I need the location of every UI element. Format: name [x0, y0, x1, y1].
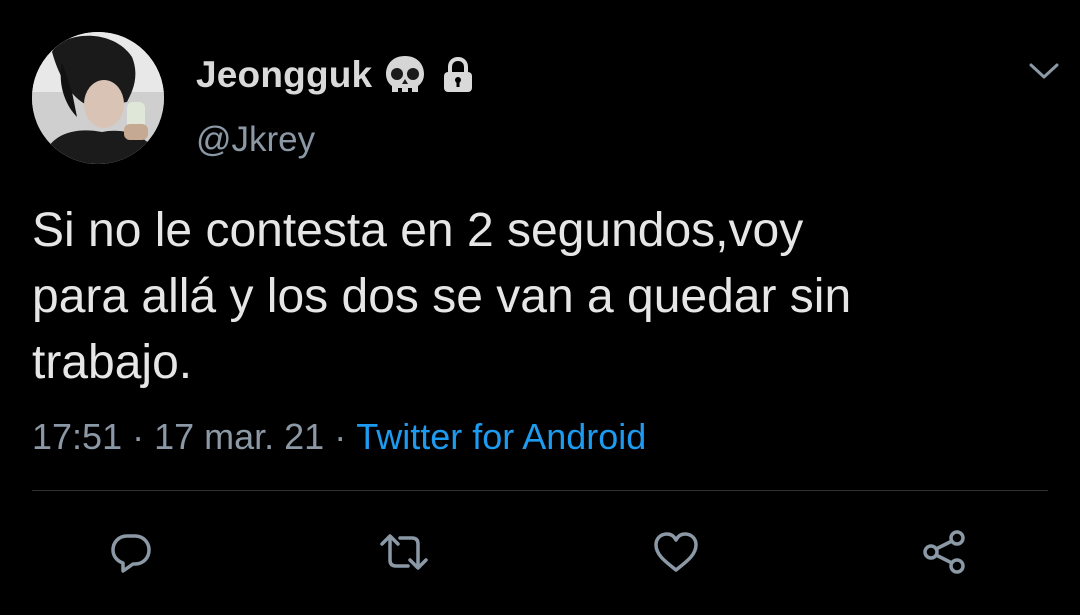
- reply-button[interactable]: [101, 524, 161, 584]
- tweet-text: Si no le contesta en 2 segundos,voy para…: [32, 204, 852, 389]
- retweet-button[interactable]: [374, 524, 434, 584]
- retweet-icon: [376, 528, 432, 581]
- action-bar: [0, 524, 1080, 584]
- share-button[interactable]: [914, 524, 974, 584]
- tweet-date[interactable]: 17 mar. 21: [154, 416, 324, 458]
- display-name[interactable]: Jeongguk: [196, 54, 372, 96]
- divider: [32, 490, 1048, 491]
- tweet-source-link[interactable]: Twitter for Android: [356, 416, 646, 458]
- like-button[interactable]: [646, 524, 706, 584]
- name-row: Jeongguk: [196, 52, 478, 98]
- meta-separator: ·: [132, 416, 145, 457]
- meta-separator: ·: [334, 416, 347, 457]
- skull-icon: [382, 52, 428, 98]
- reply-icon: [107, 528, 155, 581]
- share-icon: [919, 527, 969, 582]
- chevron-down-icon[interactable]: [1024, 56, 1064, 86]
- lock-icon: [438, 55, 478, 95]
- user-handle[interactable]: @Jkrey: [196, 120, 315, 160]
- tweet-card: Jeongguk @Jkrey Si no le contesta en 2 s…: [0, 0, 1080, 615]
- avatar[interactable]: [32, 32, 164, 164]
- tweet-time: 17:51: [32, 416, 123, 457]
- like-icon: [651, 528, 701, 581]
- tweet-meta: 17:51 · 17 mar. 21 · Twitter for Android: [32, 416, 646, 458]
